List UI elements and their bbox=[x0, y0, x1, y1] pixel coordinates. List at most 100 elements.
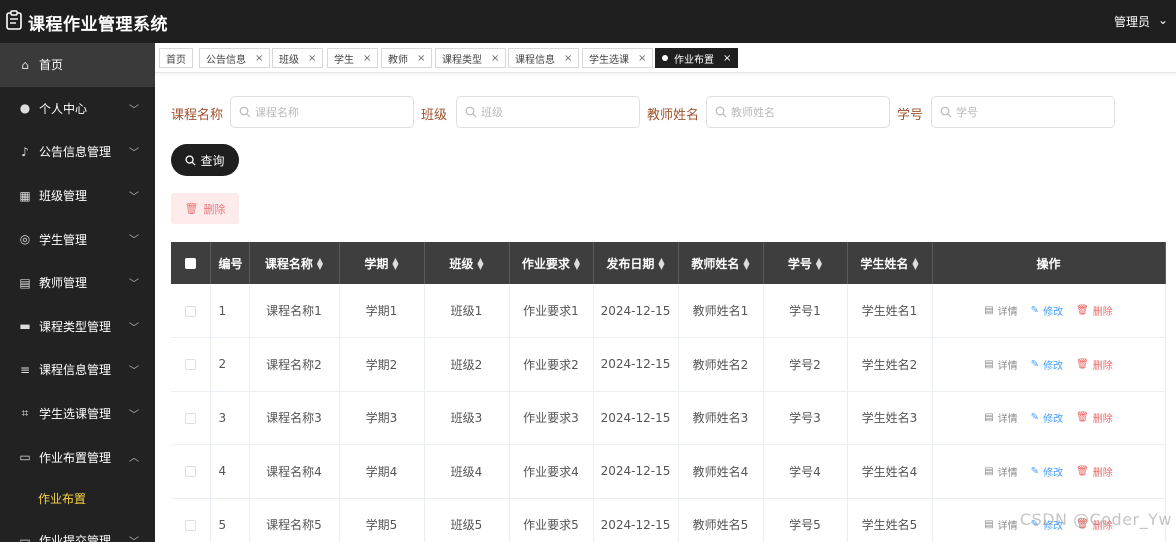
sort-icon[interactable]: ▲ ▼ bbox=[658, 257, 664, 271]
sidebar-subitem-homework[interactable]: 作业布置 bbox=[0, 479, 155, 519]
close-icon[interactable]: × bbox=[564, 53, 572, 64]
sort-icon[interactable]: ▲ ▼ bbox=[477, 257, 483, 271]
filter-input-3[interactable]: 学号 bbox=[931, 96, 1115, 128]
sort-icon[interactable]: ▲ ▼ bbox=[392, 257, 398, 271]
close-icon[interactable]: × bbox=[308, 53, 316, 64]
detail-button[interactable]: ▤ 详情 bbox=[984, 464, 1017, 479]
column-header-7[interactable]: 学号 ▲ ▼ bbox=[763, 242, 848, 284]
sidebar-item-0[interactable]: ⌂ 首页 bbox=[0, 43, 155, 87]
close-icon[interactable]: × bbox=[638, 53, 646, 64]
delete-button[interactable]: 🗑 删除 bbox=[1076, 303, 1113, 318]
detail-button[interactable]: ▤ 详情 bbox=[984, 410, 1017, 425]
table-cell: 教师姓名1 bbox=[678, 284, 764, 338]
detail-button[interactable]: ▤ 详情 bbox=[984, 303, 1017, 318]
filter-input-2[interactable]: 教师姓名 bbox=[706, 96, 890, 128]
tab-label: 班级 bbox=[279, 54, 299, 66]
sidebar-item-submission[interactable]: ▭ 作业提交管理 ﹀ bbox=[0, 519, 155, 542]
tab-2[interactable]: 班级 × bbox=[272, 48, 324, 68]
column-header-5[interactable]: 发布日期 ▲ ▼ bbox=[593, 242, 679, 284]
tab-1[interactable]: 公告信息 × bbox=[199, 48, 271, 68]
table-cell: 学号5 bbox=[763, 498, 848, 542]
detail-button[interactable]: ▤ 详情 bbox=[984, 357, 1017, 372]
sidebar-item-5[interactable]: ▤ 教师管理 ﹀ bbox=[0, 261, 155, 305]
tab-4[interactable]: 教师 × bbox=[381, 48, 433, 68]
query-button[interactable]: 查询 bbox=[171, 144, 239, 176]
pencil-icon: ✎ bbox=[1030, 465, 1040, 477]
filter-placeholder: 课程名称 bbox=[255, 106, 299, 119]
row-checkbox[interactable] bbox=[184, 359, 196, 371]
document-icon: ▤ bbox=[984, 519, 994, 531]
delete-button[interactable]: 🗑 删除 bbox=[1076, 410, 1113, 425]
sidebar-item-6[interactable]: ▬ 课程类型管理 ﹀ bbox=[0, 305, 155, 349]
tab-7[interactable]: 学生选课 × bbox=[582, 48, 654, 68]
sidebar-item-8[interactable]: ⌗ 学生选课管理 ﹀ bbox=[0, 392, 155, 436]
edit-button[interactable]: ✎ 修改 bbox=[1031, 410, 1063, 425]
column-header-4[interactable]: 作业要求 ▲ ▼ bbox=[509, 242, 594, 284]
user-menu[interactable]: 管理员 bbox=[1114, 13, 1150, 30]
table-cell: 课程名称3 bbox=[249, 391, 340, 445]
crop-icon: ⌗ bbox=[21, 406, 29, 421]
sidebar-item-3[interactable]: ▦ 班级管理 ﹀ bbox=[0, 174, 155, 218]
row-checkbox[interactable] bbox=[184, 519, 196, 531]
tab-6[interactable]: 课程信息 × bbox=[508, 48, 580, 68]
close-icon[interactable]: × bbox=[255, 53, 263, 64]
sidebar-item-2[interactable]: ♪ 公告信息管理 ﹀ bbox=[0, 130, 155, 174]
query-button-label: 查询 bbox=[200, 153, 225, 168]
column-header-3[interactable]: 班级 ▲ ▼ bbox=[424, 242, 510, 284]
tab-0[interactable]: 首页 bbox=[159, 48, 193, 68]
column-header-label: 发布日期 bbox=[606, 256, 655, 271]
sidebar-item-1[interactable]: ● 个人中心 ﹀ bbox=[0, 87, 155, 131]
column-header-6[interactable]: 教师姓名 ▲ ▼ bbox=[678, 242, 764, 284]
row-select-cell bbox=[171, 391, 211, 445]
table-cell: 2 bbox=[210, 337, 250, 392]
column-header-1[interactable]: 课程名称 ▲ ▼ bbox=[249, 242, 340, 284]
tab-8[interactable]: 作业布置 × bbox=[655, 48, 739, 68]
row-checkbox[interactable] bbox=[184, 466, 196, 478]
edit-button[interactable]: ✎ 修改 bbox=[1031, 303, 1063, 318]
detail-label: 详情 bbox=[997, 467, 1018, 479]
table-cell: 学号3 bbox=[763, 391, 848, 445]
chevron-down-icon[interactable]: ⌄ bbox=[1158, 13, 1168, 27]
close-icon[interactable]: × bbox=[491, 53, 499, 64]
clipboard-icon: ▤ bbox=[19, 275, 31, 290]
sort-icon[interactable]: ▲ ▼ bbox=[912, 257, 918, 271]
message-icon: ▭ bbox=[19, 533, 31, 542]
tab-5[interactable]: 课程类型 × bbox=[435, 48, 507, 68]
table-cell: 学生姓名5 bbox=[847, 498, 933, 542]
select-all-checkbox[interactable] bbox=[184, 258, 196, 269]
close-icon[interactable]: × bbox=[417, 53, 425, 64]
column-header-2[interactable]: 学期 ▲ ▼ bbox=[339, 242, 425, 284]
filter-input-1[interactable]: 班级 bbox=[456, 96, 640, 128]
sidebar-item-9[interactable]: ▭ 作业布置管理 ︿ bbox=[0, 435, 155, 479]
delete-button[interactable]: 🗑 删除 bbox=[1076, 464, 1113, 479]
table-cell: 班级4 bbox=[424, 444, 510, 499]
close-icon[interactable]: × bbox=[723, 53, 731, 64]
sort-icon[interactable]: ▲ ▼ bbox=[743, 257, 749, 271]
table-cell: 学期5 bbox=[339, 498, 425, 542]
table-cell: 教师姓名4 bbox=[678, 444, 764, 499]
tab-3[interactable]: 学生 × bbox=[327, 48, 379, 68]
tabs-bar: 首页 公告信息 × 班级 × 学生 × 教师 × 课程类型 × 课程信息 × 学生选课 × 作业布置 × bbox=[155, 43, 1176, 73]
row-checkbox[interactable] bbox=[184, 305, 196, 317]
detail-button[interactable]: ▤ 详情 bbox=[984, 517, 1017, 532]
batch-delete-button[interactable]: 🗑 删除 bbox=[171, 193, 239, 224]
edit-button[interactable]: ✎ 修改 bbox=[1031, 357, 1063, 372]
column-header-0: 编号 bbox=[210, 242, 250, 284]
row-checkbox[interactable] bbox=[184, 412, 196, 424]
column-header-8[interactable]: 学生姓名 ▲ ▼ bbox=[847, 242, 933, 284]
filter-input-0[interactable]: 课程名称 bbox=[230, 96, 414, 128]
sort-icon[interactable]: ▲ ▼ bbox=[574, 257, 580, 271]
edit-button[interactable]: ✎ 修改 bbox=[1031, 464, 1063, 479]
chevron-down-icon: ﹀ bbox=[129, 533, 139, 542]
sort-icon[interactable]: ▲ ▼ bbox=[816, 257, 822, 271]
delete-button[interactable]: 🗑 删除 bbox=[1076, 357, 1113, 372]
sort-icon[interactable]: ▲ ▼ bbox=[317, 257, 323, 271]
sidebar-item-4[interactable]: ◎ 学生管理 ﹀ bbox=[0, 217, 155, 261]
pencil-icon: ✎ bbox=[1030, 412, 1040, 424]
app-title: 课程作业管理系统 bbox=[28, 15, 168, 35]
close-icon[interactable]: × bbox=[363, 53, 371, 64]
sidebar-item-7[interactable]: ≡ 课程信息管理 ﹀ bbox=[0, 348, 155, 392]
document-icon: ▤ bbox=[984, 305, 994, 316]
table-cell: 作业要求1 bbox=[509, 284, 594, 338]
trash-icon: 🗑 bbox=[1076, 412, 1089, 424]
